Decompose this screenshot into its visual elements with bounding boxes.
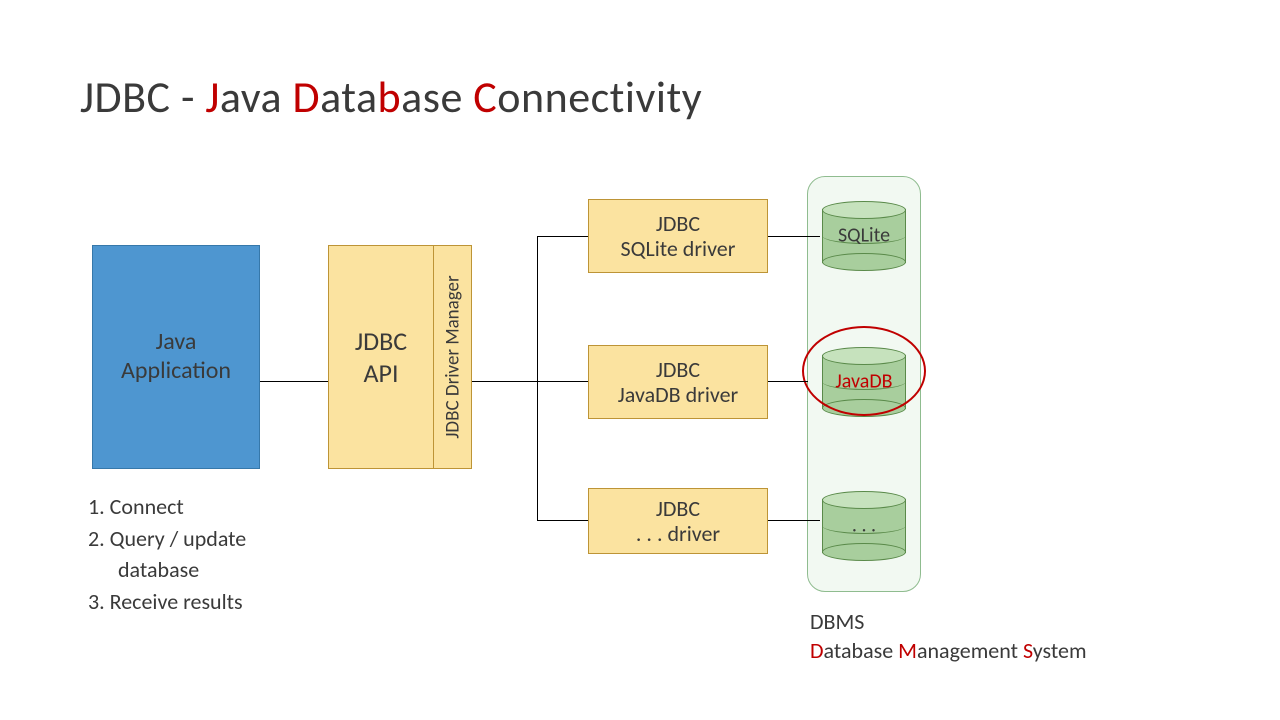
connector-bus-vertical: [537, 236, 538, 520]
step-2: 2. Query / update: [88, 524, 246, 554]
title-conn-rest: onnectivity: [497, 70, 702, 124]
dbms-s-rest: ystem: [1033, 637, 1087, 664]
db-sqlite-label: SQLite: [822, 224, 906, 248]
drv1-l2: SQLite driver: [621, 236, 736, 261]
jdbc-api-box: JDBC API: [328, 245, 434, 469]
dbms-d-rest: atabase: [824, 637, 899, 664]
title-b: b: [378, 70, 402, 124]
drv2-l1: JDBC: [656, 357, 700, 382]
diagram-stage: JDBC - Java Database Connectivity Java A…: [0, 0, 1280, 720]
java-application-box: Java Application: [92, 245, 260, 469]
jdbc-sqlite-driver-box: JDBC SQLite driver: [588, 199, 768, 273]
connector-drv2-to-db2: [768, 381, 808, 382]
slide-title: JDBC - Java Database Connectivity: [80, 70, 702, 124]
database-generic: . . .: [822, 491, 906, 553]
jdbc-api-l1: JDBC: [355, 325, 407, 358]
dbms-container: SQLite JavaDB . . .: [807, 176, 921, 592]
connector-bus-to-drv3: [537, 520, 588, 521]
title-d: D: [293, 70, 321, 124]
step-2b: database: [88, 555, 246, 585]
title-java-rest: ava: [220, 70, 293, 124]
drv2-l2: JavaDB driver: [618, 382, 738, 407]
drv1-l1: JDBC: [656, 211, 700, 236]
drv3-l2: . . . driver: [636, 521, 720, 546]
jdbc-driver-manager-label: JDBC Driver Manager: [441, 275, 464, 438]
steps-list: 1. Connect 2. Query / update database 3.…: [88, 492, 246, 619]
dbms-s: S: [1023, 637, 1033, 664]
dbms-m-rest: anagement: [917, 637, 1023, 664]
jdbc-driver-manager-box: JDBC Driver Manager: [434, 245, 472, 469]
connector-bus-to-drv2: [537, 381, 588, 382]
java-app-l1: Java: [156, 328, 197, 357]
db-generic-label: . . .: [822, 514, 906, 538]
title-c: C: [473, 70, 497, 124]
database-sqlite: SQLite: [822, 201, 906, 263]
dbms-expanded: Database Management System: [810, 637, 1087, 666]
jdbc-api-l2: API: [363, 357, 398, 390]
title-prefix: JDBC -: [80, 70, 205, 124]
step-1: 1. Connect: [88, 492, 246, 522]
java-app-l2: Application: [121, 357, 231, 386]
connector-drv3-to-db3: [768, 520, 820, 521]
connector-drv1-to-db1: [768, 236, 820, 237]
dbms-m: M: [898, 637, 917, 664]
connector-bus-to-drv1: [537, 236, 588, 237]
connector-app-to-api: [260, 381, 328, 382]
database-javadb: JavaDB: [822, 347, 906, 409]
dbms-caption: DBMS Database Management System: [810, 608, 1087, 665]
title-base-rest: ase: [401, 70, 473, 124]
connector-api-to-bus: [472, 381, 537, 382]
drv3-l1: JDBC: [656, 496, 700, 521]
step-3: 3. Receive results: [88, 587, 246, 617]
jdbc-generic-driver-box: JDBC . . . driver: [588, 488, 768, 554]
jdbc-javadb-driver-box: JDBC JavaDB driver: [588, 345, 768, 419]
title-db-rest: ata: [320, 70, 377, 124]
db-javadb-label: JavaDB: [822, 370, 906, 394]
dbms-d: D: [810, 637, 824, 664]
title-j: J: [205, 70, 220, 124]
dbms-abbrev: DBMS: [810, 608, 1087, 637]
